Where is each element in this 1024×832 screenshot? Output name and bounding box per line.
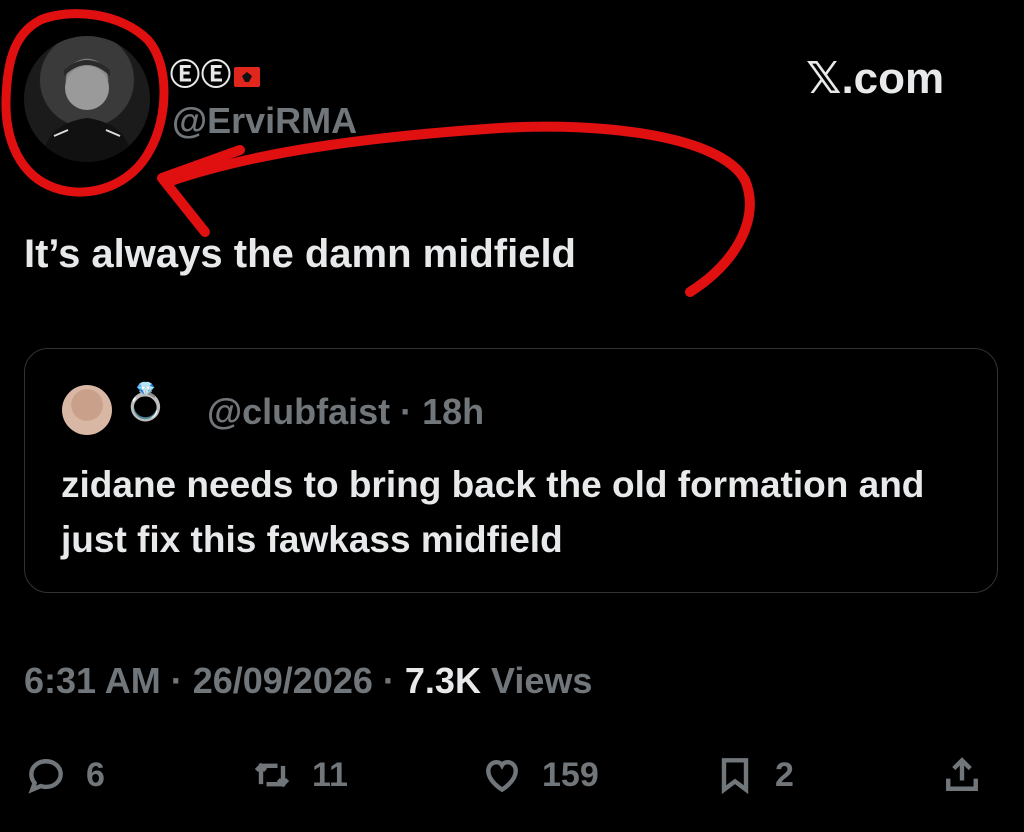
retweet-icon: [254, 762, 290, 788]
separator-dot: ·: [390, 391, 423, 432]
retweet-count: 11: [312, 755, 348, 794]
annotation-arrow-head: [157, 145, 245, 237]
tweet-meta: 6:31 AM · 26/09/2026 · 7.3K Views: [24, 660, 593, 701]
quoted-author-meta: @clubfaist · 18h: [207, 391, 484, 433]
ring-emoji: 💍: [123, 381, 168, 422]
bookmark-icon: [721, 758, 749, 795]
person-icon: [42, 60, 132, 162]
like-count: 159: [542, 755, 599, 794]
quoted-tweet-text: zidane needs to bring back the old forma…: [61, 464, 925, 560]
tweet-time[interactable]: 6:31 AM: [24, 660, 161, 701]
albania-flag-icon: [234, 67, 260, 87]
views-label: Views: [490, 660, 593, 701]
tweet-text: It’s always the damn midfield: [24, 232, 576, 276]
author-avatar[interactable]: [24, 36, 150, 162]
like-button[interactable]: 159: [480, 750, 599, 800]
heart-icon: [486, 759, 518, 793]
reply-icon: [28, 759, 63, 794]
tweet-date[interactable]: 26/09/2026: [193, 660, 373, 701]
share-icon: [946, 757, 978, 791]
x-logo: 𝕏.com: [806, 54, 945, 103]
quoted-tweet-card[interactable]: 💍 @clubfaist · 18h zidane needs to bring…: [24, 348, 998, 593]
bookmark-count: 2: [775, 755, 794, 794]
author-handle[interactable]: @ErviRMA: [172, 100, 357, 142]
quoted-author-handle[interactable]: @clubfaist: [207, 391, 390, 432]
retweet-button[interactable]: 11: [250, 750, 348, 800]
quoted-author-avatar[interactable]: [62, 385, 112, 435]
share-button[interactable]: [940, 750, 984, 800]
reply-button[interactable]: 6: [24, 750, 105, 800]
bookmark-button[interactable]: 2: [713, 750, 794, 800]
author-display-name[interactable]: ⒺⒺ: [170, 50, 260, 94]
reply-count: 6: [86, 755, 105, 794]
views-count: 7.3K: [404, 660, 481, 701]
quoted-tweet-age: 18h: [422, 391, 485, 432]
